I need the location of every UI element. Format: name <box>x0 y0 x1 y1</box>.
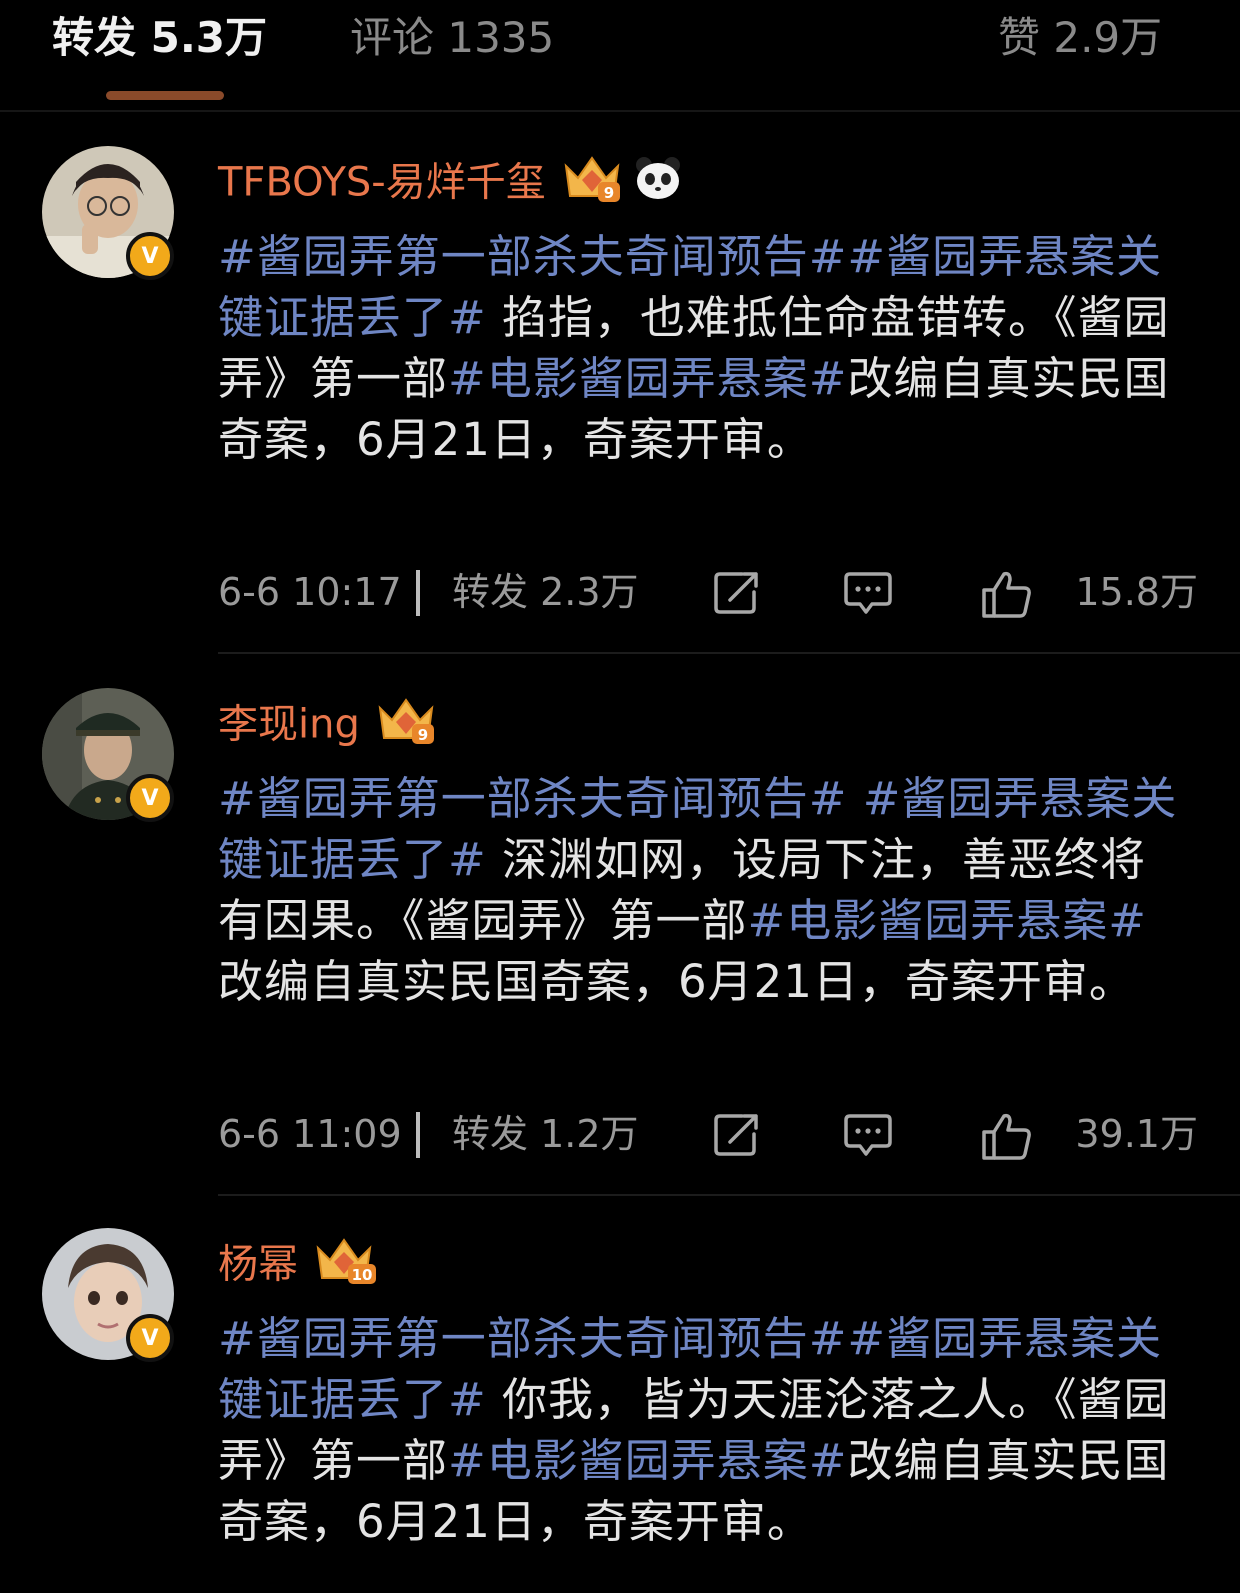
share-icon[interactable] <box>712 1112 764 1167</box>
panda-icon <box>634 155 682 214</box>
post-text: 改编自真实民国奇案，6月21日，奇案开审。 <box>218 955 1135 1008</box>
verified-badge: V <box>126 1314 174 1362</box>
post-content: #酱园弄第一部杀夫奇闻预告##酱园弄悬案关键证据丢了# 掐指，也难抵住命盘错转。… <box>218 226 1178 470</box>
post-content: #酱园弄第一部杀夫奇闻预告##酱园弄悬案关键证据丢了# 你我，皆为天涯沦落之人。… <box>218 1308 1178 1552</box>
tab-comments[interactable]: 评论 1335 <box>350 10 554 66</box>
active-tab-indicator <box>106 91 224 100</box>
comment-icon[interactable] <box>842 1112 894 1167</box>
meta-separator <box>416 570 420 616</box>
username-row: 杨幂 10 <box>218 1234 378 1299</box>
tab-likes[interactable]: 赞 2.9万 <box>998 10 1162 66</box>
like-count: 39.1万 <box>1075 1112 1198 1156</box>
level-number: 10 <box>352 1266 373 1284</box>
post-meta: 6-6 11:09 转发 1.2万 39.1万 <box>218 1106 1198 1162</box>
topic-link[interactable]: #电影酱园弄悬案# <box>448 1434 847 1487</box>
crown-level-badge: 9 <box>374 694 438 759</box>
crown-level-badge: 9 <box>560 152 624 217</box>
username-row: 李现ing 9 <box>218 694 438 759</box>
username-link[interactable]: 杨幂 <box>218 1242 298 1288</box>
divider <box>218 652 1240 654</box>
level-number: 9 <box>604 184 614 202</box>
avatar[interactable]: V <box>42 688 174 822</box>
tab-reposts[interactable]: 转发 5.3万 <box>52 10 267 66</box>
like-icon[interactable] <box>980 570 1034 629</box>
verified-badge: V <box>126 774 174 822</box>
topic-link[interactable]: #电影酱园弄悬案# <box>448 352 847 405</box>
verified-badge: V <box>126 232 174 280</box>
username-link[interactable]: TFBOYS-易烊千玺 <box>218 160 546 206</box>
tab-bar: 转发 5.3万 评论 1335 赞 2.9万 <box>0 0 1240 112</box>
username-row: TFBOYS-易烊千玺 9 <box>218 152 682 217</box>
topic-link[interactable]: #电影酱园弄悬案# <box>748 894 1147 947</box>
like-icon[interactable] <box>980 1112 1034 1171</box>
crown-level-badge: 10 <box>312 1234 378 1299</box>
level-number: 9 <box>418 726 428 744</box>
post-time: 6-6 10:17 <box>218 570 402 614</box>
post-time: 6-6 11:09 <box>218 1112 402 1156</box>
like-count: 15.8万 <box>1075 570 1198 614</box>
post-meta: 6-6 10:17 转发 2.3万 15.8万 <box>218 564 1198 620</box>
share-icon[interactable] <box>712 570 764 625</box>
meta-separator <box>416 1112 420 1158</box>
repost-count: 转发 1.2万 <box>452 1112 639 1156</box>
username-link[interactable]: 李现ing <box>218 702 360 748</box>
divider <box>218 1194 1240 1196</box>
comment-icon[interactable] <box>842 570 894 625</box>
avatar[interactable]: V <box>42 146 174 280</box>
avatar[interactable]: V <box>42 1228 174 1362</box>
repost-count: 转发 2.3万 <box>452 570 639 614</box>
post-content: #酱园弄第一部杀夫奇闻预告# #酱园弄悬案关键证据丢了# 深渊如网，设局下注，善… <box>218 768 1178 1012</box>
